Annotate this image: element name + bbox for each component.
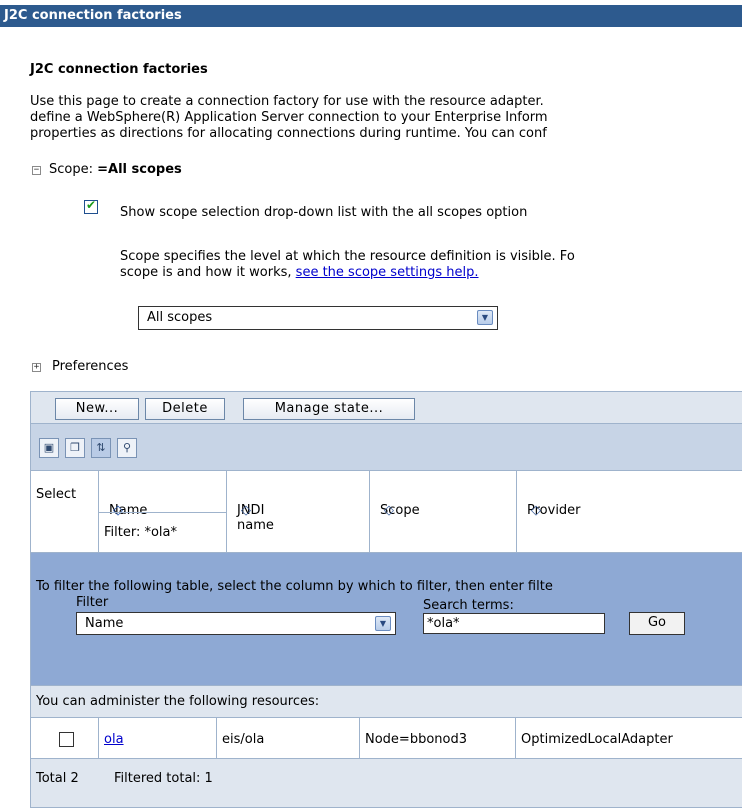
- filtered-total: Filtered total: 1: [114, 771, 213, 786]
- filter-column-label: Filter: [76, 595, 109, 610]
- select-header-label: Select: [36, 487, 77, 502]
- scope-select[interactable]: All scopes ▼: [138, 306, 498, 330]
- search-terms-label: Search terms:: [423, 598, 514, 613]
- admin-resources-text: You can administer the following resourc…: [36, 694, 320, 709]
- manage-state-button[interactable]: Manage state...: [243, 398, 415, 420]
- filter-instructions: To filter the following table, select th…: [36, 579, 553, 594]
- sort-icon[interactable]: ◇: [531, 503, 541, 518]
- row-name-cell: ola: [99, 718, 217, 759]
- column-header-name[interactable]: Name ◇ Filter: *ola*: [99, 471, 227, 553]
- sort-icon[interactable]: ◇: [241, 503, 251, 518]
- page-title: J2C connection factories: [30, 62, 208, 77]
- show-filter-icon[interactable]: ⇅: [91, 438, 111, 458]
- search-terms-input[interactable]: *ola*: [423, 613, 605, 634]
- scope-help-prefix: scope is and how it works,: [120, 265, 296, 280]
- scope-select-value: All scopes: [147, 310, 213, 325]
- column-header-jndi[interactable]: JNDI name ◇: [227, 471, 370, 553]
- table-icon-toolbar: ▣ ❐ ⇅ ⚲: [30, 424, 742, 471]
- delete-button[interactable]: Delete: [145, 398, 225, 420]
- preferences-toggle[interactable]: Preferences: [52, 359, 128, 374]
- scope-collapse-icon[interactable]: −: [32, 166, 41, 175]
- column-header-select: Select: [31, 471, 99, 553]
- window-title: J2C connection factories: [4, 8, 182, 23]
- filter-column-value: Name: [85, 616, 124, 631]
- page-description-line-2: define a WebSphere(R) Application Server…: [30, 110, 548, 125]
- row-scope-cell: Node=bbonod3: [360, 718, 516, 759]
- page-description-line-3: properties as directions for allocating …: [30, 126, 547, 141]
- scope-label: Scope:: [49, 162, 98, 177]
- row-jndi-cell: eis/ola: [217, 718, 360, 759]
- row-name-link[interactable]: ola: [104, 732, 124, 747]
- action-toolbar: New... Delete Manage state...: [30, 391, 742, 424]
- scope-settings-help-link[interactable]: see the scope settings help.: [296, 265, 479, 280]
- deselect-all-icon[interactable]: ❐: [65, 438, 85, 458]
- new-button[interactable]: New...: [55, 398, 139, 420]
- admin-resources-row: You can administer the following resourc…: [30, 685, 742, 718]
- preferences-expand-icon[interactable]: +: [32, 363, 41, 372]
- window-title-bar: J2C connection factories: [0, 5, 742, 27]
- column-header-scope[interactable]: Scope ◇: [370, 471, 517, 553]
- name-filter-text: Filter: *ola*: [104, 525, 178, 540]
- sort-icon[interactable]: ◇: [384, 503, 394, 518]
- table-row: ola eis/ola Node=bbonod3 OptimizedLocalA…: [30, 718, 742, 759]
- scope-help-text-2: scope is and how it works, see the scope…: [120, 265, 479, 281]
- row-scope-value: Node=bbonod3: [365, 732, 467, 747]
- select-all-icon[interactable]: ▣: [39, 438, 59, 458]
- row-provider-cell: OptimizedLocalAdapter: [516, 718, 742, 759]
- show-scope-dropdown-label: Show scope selection drop-down list with…: [120, 205, 528, 220]
- go-button[interactable]: Go: [629, 612, 685, 635]
- filter-divider: [99, 512, 226, 513]
- filter-column-select[interactable]: Name ▼: [76, 612, 396, 635]
- chevron-down-icon[interactable]: ▼: [477, 310, 493, 325]
- show-scope-dropdown-checkbox[interactable]: [84, 198, 98, 214]
- chevron-down-icon[interactable]: ▼: [375, 616, 391, 631]
- total-count: Total 2: [36, 771, 79, 786]
- page-description-line-1: Use this page to create a connection fac…: [30, 94, 544, 109]
- scope-value: =All scopes: [97, 162, 182, 177]
- totals-row: Total 2 Filtered total: 1: [30, 759, 742, 808]
- row-provider-value: OptimizedLocalAdapter: [521, 732, 673, 747]
- table-header: Select Name ◇ Filter: *ola* JNDI name ◇ Sc…: [30, 471, 742, 553]
- filter-panel: To filter the following table, select th…: [30, 553, 742, 685]
- sort-icon[interactable]: ◇: [113, 503, 123, 518]
- clear-filter-icon[interactable]: ⚲: [117, 438, 137, 458]
- scope-help-text: Scope specifies the level at which the r…: [120, 249, 575, 264]
- row-jndi-value: eis/ola: [222, 732, 265, 747]
- row-select-checkbox[interactable]: [59, 732, 74, 747]
- row-select-cell: [31, 718, 99, 759]
- scope-header: Scope: =All scopes: [49, 162, 182, 177]
- column-header-provider[interactable]: Provider ◇: [517, 471, 742, 553]
